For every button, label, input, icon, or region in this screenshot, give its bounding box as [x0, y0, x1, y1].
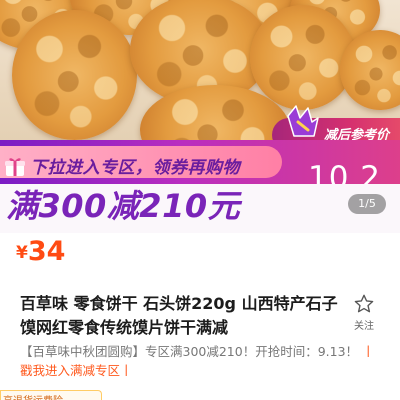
star-outline-icon — [354, 294, 374, 313]
promo-description-text: 【百草味中秋团圆购】专区满300减210！开抢时间：9.13！ — [20, 344, 359, 359]
coupon-tag: 下拉进入专区，领券再购物 — [0, 146, 282, 178]
service-tag-label: 享退货运费险 — [3, 392, 63, 400]
promo-banner: 下拉进入专区，领券再购物 10.2 满300减210元 1/5 — [0, 140, 400, 233]
follow-button[interactable]: 关注 — [350, 293, 378, 332]
product-price: ¥34 — [16, 236, 65, 282]
currency-symbol: ¥ — [16, 243, 28, 263]
image-pager-indicator: 1/5 — [348, 194, 386, 214]
coupon-tag-label: 下拉进入专区，领券再购物 — [30, 158, 240, 178]
product-image-carousel[interactable]: 减后参考价 下拉进入专区，领券再购物 10.2 满300减210元 1/5 — [0, 0, 400, 233]
follow-label: 关注 — [354, 321, 374, 332]
price-value: 34 — [27, 236, 66, 267]
product-title: 百草味 零食饼干 石头饼220g 山西特产石子馍网红零食传统馍片饼干满减 — [20, 294, 338, 337]
gift-icon — [5, 158, 25, 176]
service-tag: 享退货运费险 — [0, 390, 102, 400]
promo-description: 【百草味中秋团圆购】专区满300减210！开抢时间：9.13！ 丨戳我进入满减专… — [20, 342, 382, 380]
promo-discount-text: 满300减210元 — [6, 187, 241, 225]
hand-pointer-icon — [287, 105, 319, 137]
